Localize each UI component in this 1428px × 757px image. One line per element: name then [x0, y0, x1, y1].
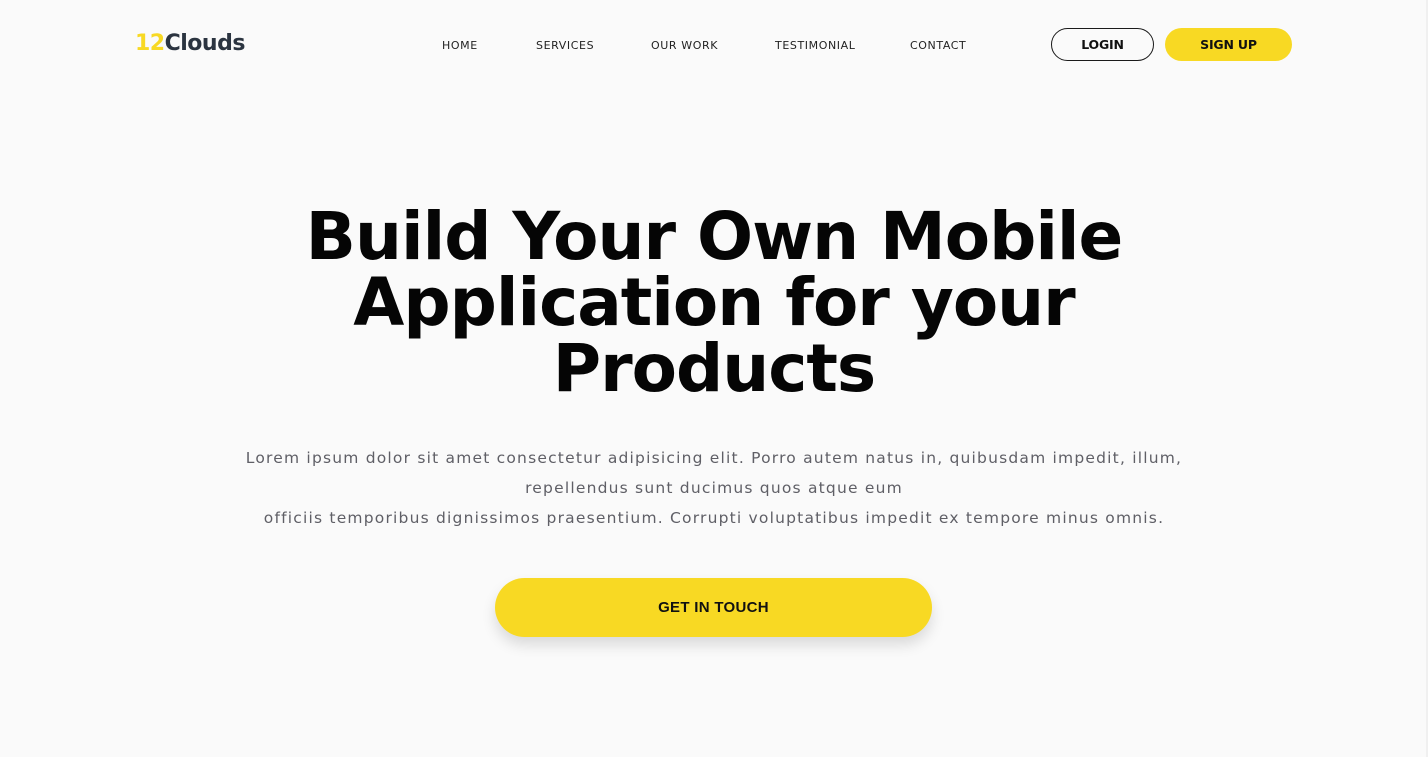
- hero-subtitle-line: officiis temporibus dignissimos praesent…: [263, 509, 1165, 527]
- get-in-touch-button[interactable]: GET IN TOUCH: [495, 578, 932, 637]
- hero-subtitle-line: Lorem ipsum dolor sit amet consectetur a…: [245, 449, 1183, 467]
- hero-subtitle-line: repellendus sunt ducimus quos atque eum: [525, 479, 903, 497]
- signup-button[interactable]: SIGN UP: [1165, 28, 1292, 61]
- hero-title-line: Build Your Own Mobile: [305, 198, 1124, 275]
- nav-link-services[interactable]: SERVICES: [536, 38, 594, 54]
- hero-title-line: Application for your: [353, 264, 1075, 341]
- nav-link-our-work[interactable]: OUR WORK: [651, 38, 718, 54]
- nav-link-home[interactable]: HOME: [442, 38, 478, 54]
- nav-link-testimonial[interactable]: TESTIMONIAL: [775, 38, 856, 54]
- hero-title: Build Your Own Mobile Application for yo…: [214, 204, 1214, 402]
- login-button[interactable]: LOGIN: [1051, 28, 1154, 61]
- landing-page: 12Clouds HOME SERVICES OUR WORK TESTIMON…: [0, 0, 1428, 757]
- hero-title-line: Products: [552, 330, 876, 407]
- nav-link-contact[interactable]: CONTACT: [910, 38, 966, 54]
- hero-subtitle: Lorem ipsum dolor sit amet consectetur a…: [214, 443, 1214, 533]
